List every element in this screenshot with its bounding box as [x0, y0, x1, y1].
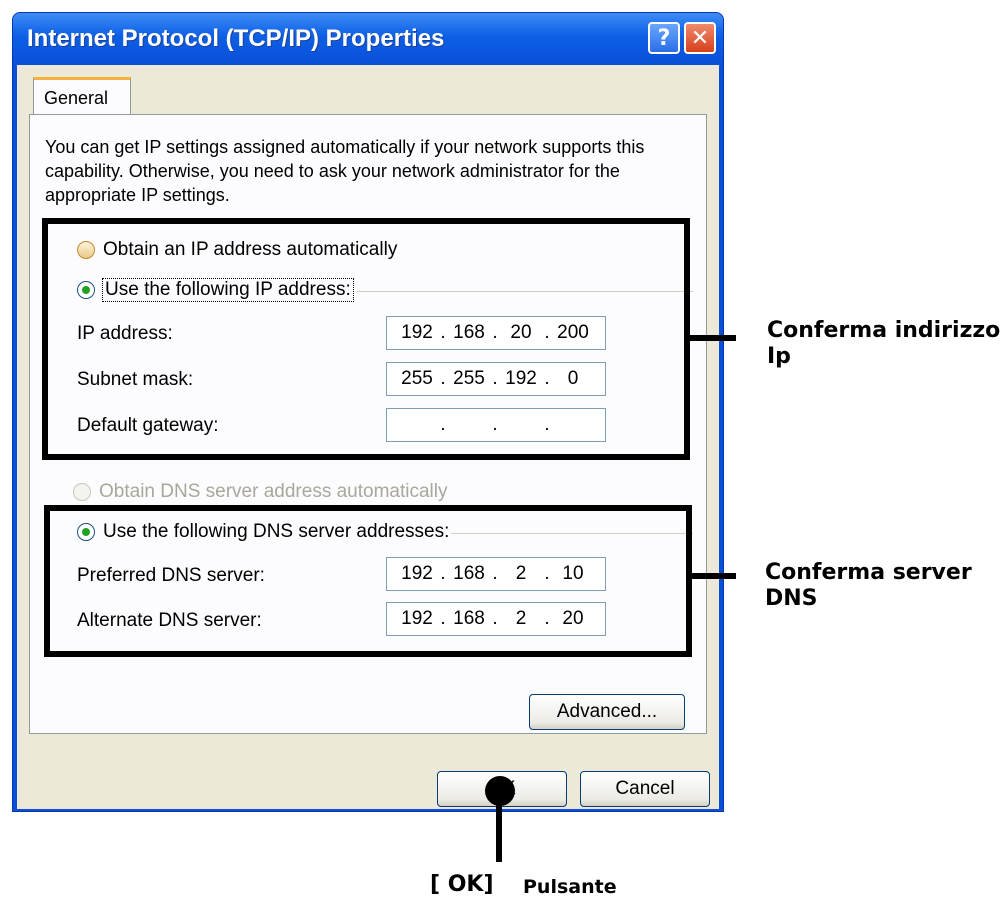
- cancel-button[interactable]: Cancel: [580, 771, 710, 807]
- radio-button-icon: [73, 483, 91, 501]
- ok-callout-line: [496, 800, 502, 862]
- dns-highlight-box: [44, 505, 692, 657]
- help-icon: ?: [657, 25, 671, 51]
- ok-callout-key: [ OK]: [430, 872, 494, 897]
- ip-callout-text: Conferma indirizzo Ip: [767, 318, 1001, 369]
- radio-obtain-dns-auto[interactable]: Obtain DNS server address automatically: [73, 481, 447, 503]
- help-button[interactable]: ?: [648, 22, 680, 54]
- description-text: You can get IP settings assigned automat…: [45, 137, 645, 205]
- close-icon: ✕: [690, 25, 710, 51]
- tab-general[interactable]: General: [33, 77, 131, 115]
- window-title: Internet Protocol (TCP/IP) Properties: [27, 25, 445, 52]
- ip-callout-line: [690, 335, 736, 341]
- dns-callout-line: [692, 573, 736, 579]
- radio-label: Obtain DNS server address automatically: [99, 481, 448, 502]
- ok-callout-caption: Pulsante: [523, 876, 617, 898]
- advanced-button[interactable]: Advanced...: [529, 694, 685, 730]
- title-bar[interactable]: Internet Protocol (TCP/IP) Properties ? …: [13, 13, 723, 65]
- close-button[interactable]: ✕: [684, 22, 716, 54]
- dns-callout-text: Conferma server DNS: [765, 560, 972, 611]
- ip-highlight-box: [42, 218, 690, 460]
